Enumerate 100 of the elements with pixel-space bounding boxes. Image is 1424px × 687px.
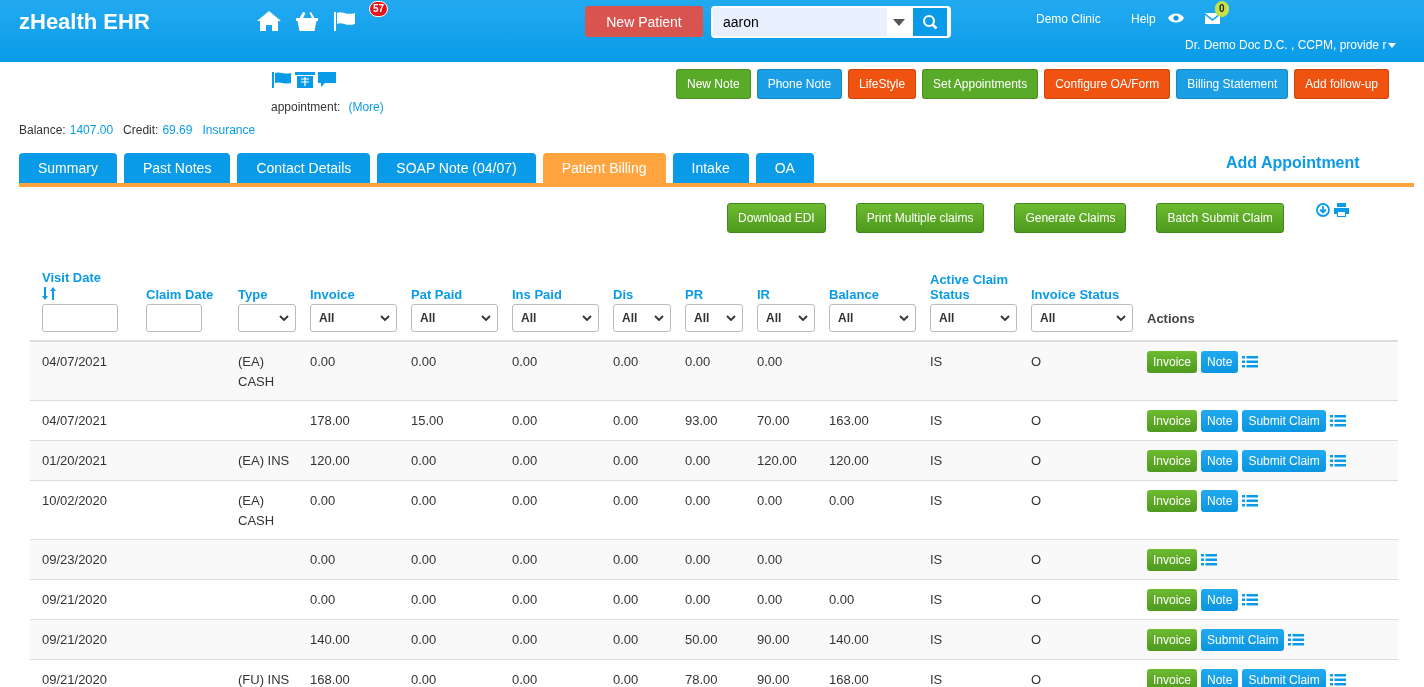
invoice-button[interactable]: Invoice <box>1147 669 1198 687</box>
submit-claim-button[interactable]: Submit Claim <box>1201 629 1285 651</box>
billing-button[interactable]: Download EDI <box>727 203 826 233</box>
table-cell: 15.00 <box>411 413 444 428</box>
table-cell: IS <box>930 354 943 369</box>
submit-claim-button[interactable]: Submit Claim <box>1242 410 1326 432</box>
column-header[interactable]: Invoice <box>310 287 399 302</box>
table-cell: IS <box>930 672 943 687</box>
tab[interactable]: Patient Billing <box>542 153 666 183</box>
note-button[interactable]: Note <box>1201 410 1239 432</box>
column-header[interactable]: PR <box>685 287 745 302</box>
action-button[interactable]: Phone Note <box>756 69 843 99</box>
add-appointment-link[interactable]: Add Appointment <box>1226 154 1360 172</box>
action-button[interactable]: Set Appointments <box>922 69 1039 99</box>
list-icon[interactable] <box>1329 454 1346 468</box>
list-icon[interactable] <box>1288 633 1305 647</box>
action-button[interactable]: Add follow-up <box>1294 69 1389 99</box>
filter-select[interactable]: All <box>685 304 743 332</box>
list-icon[interactable] <box>1329 414 1346 428</box>
action-button[interactable]: Configure OA/Form <box>1044 69 1171 99</box>
list-icon[interactable] <box>1201 553 1218 567</box>
basket-icon[interactable] <box>295 10 319 32</box>
note-button[interactable]: Note <box>1201 589 1239 611</box>
tab[interactable]: OA <box>755 153 814 183</box>
table-cell: 0.00 <box>757 493 783 508</box>
tab[interactable]: SOAP Note (04/07) <box>377 153 536 183</box>
credit-value[interactable]: 69.69 <box>162 123 193 137</box>
column-header[interactable]: IR <box>757 287 817 302</box>
mail-badge: 0 <box>1215 1 1229 17</box>
column-header[interactable]: Pat Paid <box>411 287 500 302</box>
note-button[interactable]: Note <box>1201 351 1239 373</box>
invoice-button[interactable]: Invoice <box>1147 549 1198 571</box>
filter-select[interactable]: All <box>411 304 498 332</box>
invoice-button[interactable]: Invoice <box>1147 450 1198 472</box>
filter-input[interactable] <box>146 304 202 332</box>
column-header[interactable]: Dis <box>613 287 673 302</box>
billing-button[interactable]: Batch Submit Claim <box>1156 203 1284 233</box>
list-icon[interactable] <box>1242 494 1259 508</box>
billing-button[interactable]: Generate Claims <box>1014 203 1127 233</box>
filter-select[interactable]: All <box>1031 304 1133 332</box>
home-icon[interactable] <box>257 10 281 32</box>
tab[interactable]: Summary <box>19 153 117 183</box>
filter-select[interactable]: All <box>613 304 671 332</box>
invoice-button[interactable]: Invoice <box>1147 490 1198 512</box>
filter-select[interactable]: All <box>310 304 397 332</box>
clinic-name[interactable]: Demo Clinic <box>1036 12 1101 26</box>
action-button[interactable]: LifeStyle <box>848 69 917 99</box>
credit-label: Credit: <box>123 123 159 137</box>
invoice-button[interactable]: Invoice <box>1147 351 1198 373</box>
new-patient-button[interactable]: New Patient <box>585 6 703 37</box>
note-button[interactable]: Note <box>1201 490 1239 512</box>
help-link[interactable]: Help <box>1131 12 1156 26</box>
user-menu[interactable]: Dr. Demo Doc D.C. , CCPM, provide r <box>1185 38 1397 52</box>
download-icon[interactable] <box>1315 203 1330 217</box>
filter-select[interactable]: All <box>757 304 815 332</box>
filter-select[interactable] <box>238 304 296 332</box>
column-header[interactable]: Ins Paid <box>512 287 601 302</box>
speech-bubble-icon[interactable] <box>318 72 336 88</box>
balance-value[interactable]: 1407.00 <box>69 123 114 137</box>
column-header[interactable]: Balance <box>829 287 918 302</box>
table-cell: 04/07/2021 <box>42 413 108 428</box>
list-icon[interactable] <box>1242 355 1259 369</box>
column-header[interactable]: Active Claim Status <box>930 272 1019 302</box>
calendar-icon[interactable] <box>295 72 315 88</box>
flag-icon[interactable] <box>272 72 292 88</box>
invoice-button[interactable]: Invoice <box>1147 589 1198 611</box>
tab[interactable]: Intake <box>672 153 749 183</box>
note-button[interactable]: Note <box>1201 669 1239 687</box>
printer-icon[interactable] <box>1333 203 1349 217</box>
mail-icon[interactable] <box>1205 13 1220 24</box>
tab[interactable]: Contact Details <box>237 153 371 183</box>
more-link[interactable]: (More) <box>348 100 384 114</box>
list-icon[interactable] <box>1242 593 1259 607</box>
filter-select[interactable]: All <box>829 304 916 332</box>
filter-select[interactable]: All <box>512 304 599 332</box>
table-cell: O <box>1031 413 1042 428</box>
filter-select[interactable]: All <box>930 304 1017 332</box>
invoice-button[interactable]: Invoice <box>1147 629 1198 651</box>
action-button[interactable]: New Note <box>676 69 751 99</box>
note-button[interactable]: Note <box>1201 450 1239 472</box>
table-cell: 0.00 <box>512 453 538 468</box>
eye-icon[interactable] <box>1168 12 1184 24</box>
chevron-down-icon <box>279 314 289 322</box>
insurance-link[interactable]: Insurance <box>202 123 256 137</box>
billing-button[interactable]: Print Multiple claims <box>855 203 985 233</box>
action-button[interactable]: Billing Statement <box>1176 69 1289 99</box>
table-cell: 78.00 <box>685 672 718 687</box>
column-header[interactable]: Claim Date <box>146 287 226 302</box>
table-cell: 0.00 <box>411 552 437 567</box>
sort-icon[interactable] <box>42 287 56 300</box>
submit-claim-button[interactable]: Submit Claim <box>1242 450 1326 472</box>
column-header[interactable]: Invoice Status <box>1031 287 1135 302</box>
column-header[interactable]: Type <box>238 287 298 302</box>
tab[interactable]: Past Notes <box>123 153 231 183</box>
column-header[interactable]: Visit Date <box>42 270 134 285</box>
list-icon[interactable] <box>1329 673 1346 687</box>
flag-icon[interactable] <box>333 10 357 32</box>
invoice-button[interactable]: Invoice <box>1147 410 1198 432</box>
submit-claim-button[interactable]: Submit Claim <box>1242 669 1326 687</box>
filter-input[interactable] <box>42 304 118 332</box>
